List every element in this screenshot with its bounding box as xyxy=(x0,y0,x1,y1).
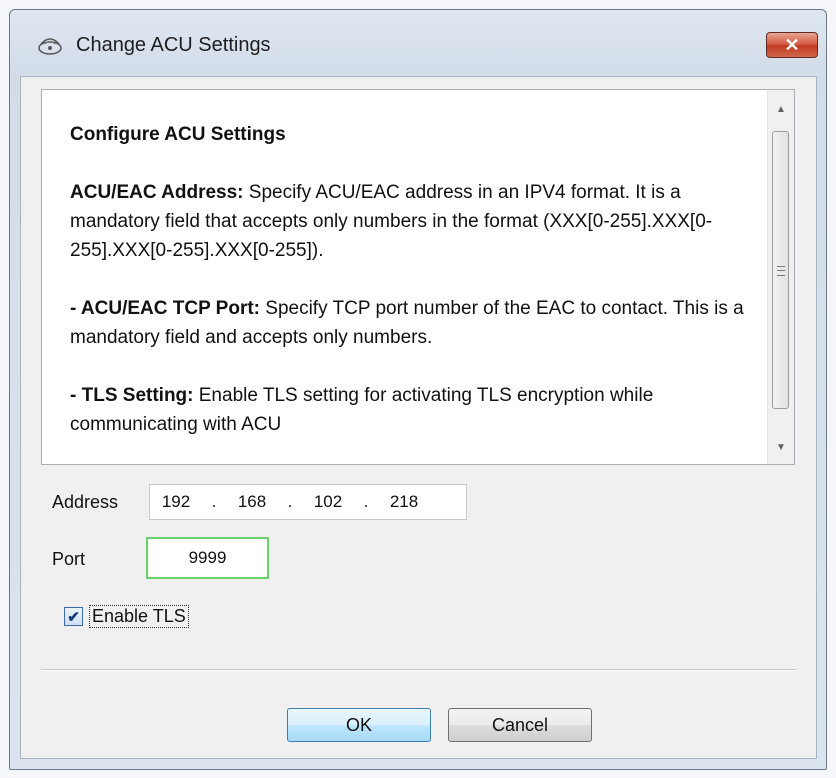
cancel-button[interactable]: Cancel xyxy=(448,708,592,742)
ok-button[interactable]: OK xyxy=(287,708,431,742)
enable-tls-label[interactable]: Enable TLS xyxy=(89,605,189,628)
checkmark-icon: ✔ xyxy=(67,608,80,626)
divider xyxy=(41,669,796,671)
close-button[interactable]: ✕ xyxy=(766,32,818,58)
address-dot: . xyxy=(287,492,293,511)
address-input[interactable]: 192 . 168 . 102 . 218 xyxy=(149,484,467,520)
help-scrollbar[interactable]: ▲ ▼ xyxy=(767,90,794,464)
help-address-paragraph: ACU/EAC Address: Specify ACU/EAC address… xyxy=(70,178,760,265)
close-icon: ✕ xyxy=(784,34,800,55)
dialog-window: Change ACU Settings ✕ Configure ACU Sett… xyxy=(9,9,827,770)
help-port-label: - ACU/EAC TCP Port: xyxy=(70,298,260,319)
address-octet-3[interactable]: 102 xyxy=(302,492,354,512)
scroll-up-icon[interactable]: ▲ xyxy=(768,94,794,124)
help-heading: Configure ACU Settings xyxy=(70,124,286,145)
address-dot: . xyxy=(211,492,217,511)
address-dot: . xyxy=(363,492,369,511)
port-value: 9999 xyxy=(188,548,227,567)
title-bar[interactable]: Change ACU Settings ✕ xyxy=(10,10,826,76)
enable-tls-checkbox[interactable]: ✔ xyxy=(64,607,83,626)
help-text-panel[interactable]: Configure ACU Settings ACU/EAC Address: … xyxy=(41,89,795,465)
address-label: Address xyxy=(52,492,119,512)
dialog-body: Configure ACU Settings ACU/EAC Address: … xyxy=(20,76,817,759)
help-tls-paragraph: - TLS Setting: Enable TLS setting for ac… xyxy=(70,381,760,439)
help-address-label: ACU/EAC Address: xyxy=(70,182,244,203)
address-octet-2[interactable]: 168 xyxy=(226,492,278,512)
port-input[interactable]: 9999 xyxy=(146,537,269,579)
port-label: Port xyxy=(52,549,86,569)
help-tls-label: - TLS Setting: xyxy=(70,385,194,406)
scroll-grip-icon xyxy=(777,266,785,276)
enable-tls-row[interactable]: ✔ Enable TLS xyxy=(64,605,189,628)
help-port-paragraph: - ACU/EAC TCP Port: Specify TCP port num… xyxy=(70,294,760,352)
acu-settings-icon xyxy=(38,38,62,55)
window-title: Change ACU Settings xyxy=(76,34,271,56)
help-content: Configure ACU Settings ACU/EAC Address: … xyxy=(70,120,760,464)
scroll-thumb[interactable] xyxy=(772,131,789,409)
scroll-down-icon[interactable]: ▼ xyxy=(768,432,794,462)
address-octet-4[interactable]: 218 xyxy=(378,492,430,512)
address-octet-1[interactable]: 192 xyxy=(150,492,202,512)
